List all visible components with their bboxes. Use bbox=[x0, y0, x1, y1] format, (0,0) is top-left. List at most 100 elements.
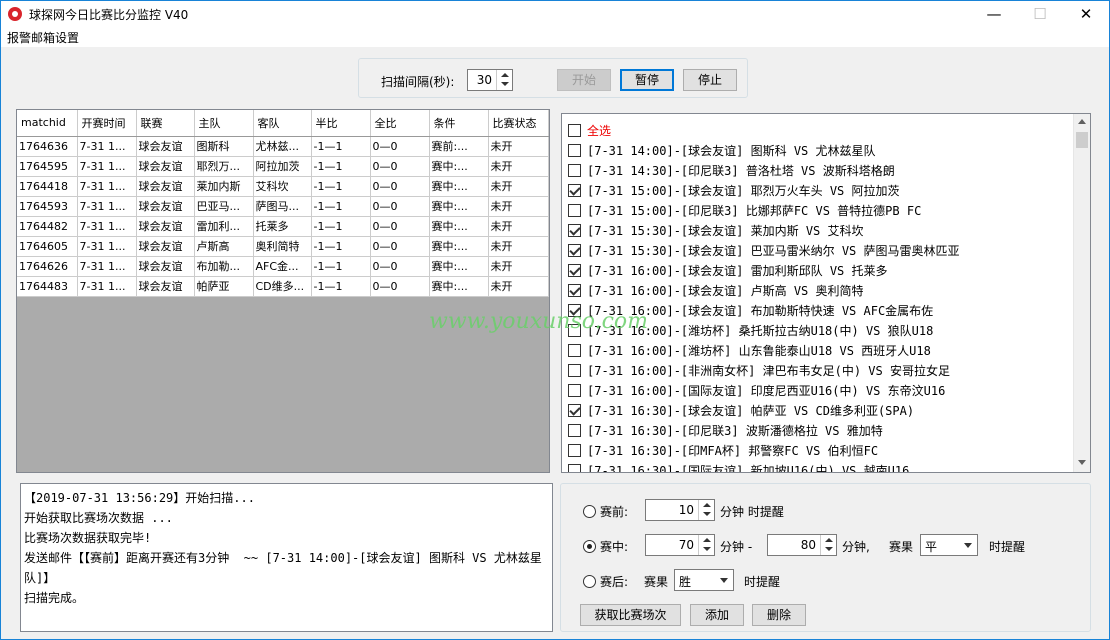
spin-arrows-icon[interactable] bbox=[496, 70, 512, 90]
minimize-button[interactable]: — bbox=[971, 1, 1017, 27]
checkbox-icon[interactable] bbox=[568, 124, 581, 137]
checkbox-icon[interactable] bbox=[568, 284, 581, 297]
checkbox-icon[interactable] bbox=[568, 144, 581, 157]
match-list-item[interactable]: [7-31 15:00]-[球会友谊] 耶烈万火车头 VS 阿拉加茨 bbox=[568, 182, 900, 202]
table-row[interactable]: 1764636 7-31 1... 球会友谊 图斯科 尤林兹... -1—1 0—0 赛前:.… bbox=[17, 136, 549, 157]
live-from-stepper[interactable]: 70 bbox=[645, 534, 715, 556]
checkbox-icon[interactable] bbox=[568, 264, 581, 277]
match-list-item[interactable]: [7-31 16:30]-[国际友谊] 新加坡U16(中) VS 越南U16 bbox=[568, 462, 910, 473]
match-list-label: [7-31 16:30]-[印MFA杯] 邦警察FC VS 伯利恒FC bbox=[587, 444, 879, 458]
table-row[interactable]: 1764593 7-31 1... 球会友谊 巴亚马... 萨图马... -1—1 0—0 赛… bbox=[17, 196, 549, 217]
checkbox-icon[interactable] bbox=[568, 164, 581, 177]
match-list-item[interactable]: [7-31 16:00]-[潍坊杯] 山东鲁能泰山U18 VS 西班牙人U18 bbox=[568, 342, 931, 362]
match-list-item[interactable]: [7-31 15:30]-[球会友谊] 莱加内斯 VS 艾科坎 bbox=[568, 222, 864, 242]
live-to-value: 80 bbox=[800, 538, 816, 552]
live-match-option[interactable]: 赛中: bbox=[583, 538, 628, 555]
post-match-option[interactable]: 赛后: bbox=[583, 573, 628, 590]
checkbox-icon[interactable] bbox=[568, 184, 581, 197]
checkbox-icon[interactable] bbox=[568, 424, 581, 437]
live-result-select[interactable]: 平 bbox=[920, 534, 978, 556]
post-result-label: 赛果 bbox=[644, 575, 669, 589]
table-cell: 未开 bbox=[488, 196, 549, 217]
column-header[interactable]: 主队 bbox=[194, 110, 254, 137]
live-to-stepper[interactable]: 80 bbox=[767, 534, 837, 556]
post-result-select[interactable]: 胜 bbox=[674, 569, 734, 591]
vertical-scrollbar[interactable] bbox=[1073, 114, 1090, 472]
scroll-down-icon[interactable] bbox=[1078, 460, 1086, 465]
pre-suffix: 分钟 时提醒 bbox=[720, 505, 784, 519]
close-button[interactable]: ✕ bbox=[1063, 1, 1109, 27]
spin-arrows-icon[interactable] bbox=[820, 535, 836, 555]
scan-interval-stepper[interactable]: 30 bbox=[467, 69, 513, 91]
table-cell: 阿拉加茨 bbox=[253, 156, 312, 177]
checkbox-icon[interactable] bbox=[568, 404, 581, 417]
checkbox-icon[interactable] bbox=[568, 224, 581, 237]
column-header[interactable]: matchid bbox=[17, 110, 78, 137]
table-cell: 未开 bbox=[488, 276, 549, 297]
fetch-matches-button[interactable]: 获取比赛场次 bbox=[580, 604, 681, 626]
table-cell: 球会友谊 bbox=[136, 136, 195, 157]
start-button[interactable]: 开始 bbox=[557, 69, 611, 91]
table-cell: 1764595 bbox=[17, 156, 78, 177]
checkbox-icon[interactable] bbox=[568, 444, 581, 457]
spin-arrows-icon[interactable] bbox=[698, 500, 714, 520]
table-row[interactable]: 1764626 7-31 1... 球会友谊 布加勒... AFC金... -1—1 0—0… bbox=[17, 256, 549, 277]
pre-match-option[interactable]: 赛前: bbox=[583, 503, 628, 520]
match-list-item[interactable]: [7-31 16:30]-[印MFA杯] 邦警察FC VS 伯利恒FC bbox=[568, 442, 878, 462]
radio-icon[interactable] bbox=[583, 540, 596, 553]
delete-button[interactable]: 删除 bbox=[752, 604, 806, 626]
checkbox-icon[interactable] bbox=[568, 204, 581, 217]
column-header[interactable]: 半比 bbox=[311, 110, 371, 137]
match-list-item[interactable]: [7-31 16:30]-[印尼联3] 波斯潘德格拉 VS 雅加特 bbox=[568, 422, 883, 442]
match-checklist[interactable]: 全选 [7-31 14:00]-[球会友谊] 图斯科 VS 尤林兹星队 [7-31… bbox=[561, 113, 1091, 473]
radio-icon[interactable] bbox=[583, 575, 596, 588]
column-header[interactable]: 条件 bbox=[429, 110, 489, 137]
match-list-item[interactable]: [7-31 16:00]-[球会友谊] 卢斯高 VS 奥利简特 bbox=[568, 282, 864, 302]
column-header[interactable]: 全比 bbox=[370, 110, 430, 137]
table-row[interactable]: 1764418 7-31 1... 球会友谊 莱加内斯 艾科坎 -1—1 0—0 赛中:...… bbox=[17, 176, 549, 197]
table-row[interactable]: 1764483 7-31 1... 球会友谊 帕萨亚 CD维多... -1—1 0—0 赛中:… bbox=[17, 276, 549, 297]
column-header[interactable]: 客队 bbox=[253, 110, 312, 137]
add-button[interactable]: 添加 bbox=[690, 604, 744, 626]
stop-button[interactable]: 停止 bbox=[683, 69, 737, 91]
match-list-item[interactable]: [7-31 15:30]-[球会友谊] 巴亚马雷米纳尔 VS 萨图马雷奥林匹亚 bbox=[568, 242, 960, 262]
log-line: 开始获取比赛场次数据 ... bbox=[24, 511, 173, 525]
maximize-button[interactable]: ☐ bbox=[1017, 1, 1063, 27]
match-list-item[interactable]: [7-31 16:00]-[国际友谊] 印度尼西亚U16(中) VS 东帝汶U1… bbox=[568, 382, 945, 402]
checkbox-icon[interactable] bbox=[568, 384, 581, 397]
column-header[interactable]: 比赛状态 bbox=[488, 110, 549, 137]
table-cell: 0—0 bbox=[370, 176, 430, 197]
checkbox-icon[interactable] bbox=[568, 364, 581, 377]
column-header[interactable]: 联赛 bbox=[136, 110, 195, 137]
match-list-item[interactable]: [7-31 16:30]-[球会友谊] 帕萨亚 VS CD维多利亚(SPA) bbox=[568, 402, 914, 422]
menu-alarm-email-settings[interactable]: 报警邮箱设置 bbox=[7, 29, 79, 46]
table-cell: 0—0 bbox=[370, 276, 430, 297]
post-suffix: 时提醒 bbox=[744, 575, 781, 589]
spin-arrows-icon[interactable] bbox=[698, 535, 714, 555]
match-list-item[interactable]: [7-31 16:00]-[球会友谊] 雷加利斯邱队 VS 托莱多 bbox=[568, 262, 888, 282]
select-all-item[interactable]: 全选 bbox=[568, 122, 611, 142]
checkbox-icon[interactable] bbox=[568, 244, 581, 257]
table-cell: -1—1 bbox=[311, 216, 371, 237]
pause-button[interactable]: 暂停 bbox=[620, 69, 674, 91]
match-grid[interactable]: matchid 开赛时间 联赛 主队 客队 半比 全比 条件 比赛状态 1764636 7-31 … bbox=[16, 109, 550, 473]
match-list-item[interactable]: [7-31 15:00]-[印尼联3] 比娜邦萨FC VS 普特拉德PB FC bbox=[568, 202, 921, 222]
table-row[interactable]: 1764605 7-31 1... 球会友谊 卢斯高 奥利简特 -1—1 0—0 赛中:...… bbox=[17, 236, 549, 257]
table-row[interactable]: 1764482 7-31 1... 球会友谊 雷加利... 托莱多 -1—1 0—0 赛中:.… bbox=[17, 216, 549, 237]
column-header[interactable]: 开赛时间 bbox=[77, 110, 137, 137]
match-list-label: [7-31 16:30]-[国际友谊] 新加坡U16(中) VS 越南U16 bbox=[587, 464, 910, 473]
checkbox-icon[interactable] bbox=[568, 464, 581, 472]
table-cell: 赛中:... bbox=[429, 216, 489, 237]
match-list-item[interactable]: [7-31 14:00]-[球会友谊] 图斯科 VS 尤林兹星队 bbox=[568, 142, 876, 162]
table-row[interactable]: 1764595 7-31 1... 球会友谊 耶烈万... 阿拉加茨 -1—1 0—0 赛中:… bbox=[17, 156, 549, 177]
table-cell: 1764636 bbox=[17, 136, 78, 157]
scroll-thumb[interactable] bbox=[1076, 132, 1088, 148]
radio-icon[interactable] bbox=[583, 505, 596, 518]
match-list-item[interactable]: [7-31 14:30]-[印尼联3] 普洛杜塔 VS 波斯科塔格朗 bbox=[568, 162, 895, 182]
select-all-label: 全选 bbox=[587, 124, 612, 138]
log-textbox[interactable]: 【2019-07-31 13:56:29】开始扫描... 开始获取比赛场次数据 .… bbox=[20, 483, 553, 632]
match-list-item[interactable]: [7-31 16:00]-[非洲南女杯] 津巴布韦女足(中) VS 安哥拉女足 bbox=[568, 362, 950, 382]
scroll-up-icon[interactable] bbox=[1078, 119, 1086, 124]
pre-minutes-stepper[interactable]: 10 bbox=[645, 499, 715, 521]
checkbox-icon[interactable] bbox=[568, 344, 581, 357]
